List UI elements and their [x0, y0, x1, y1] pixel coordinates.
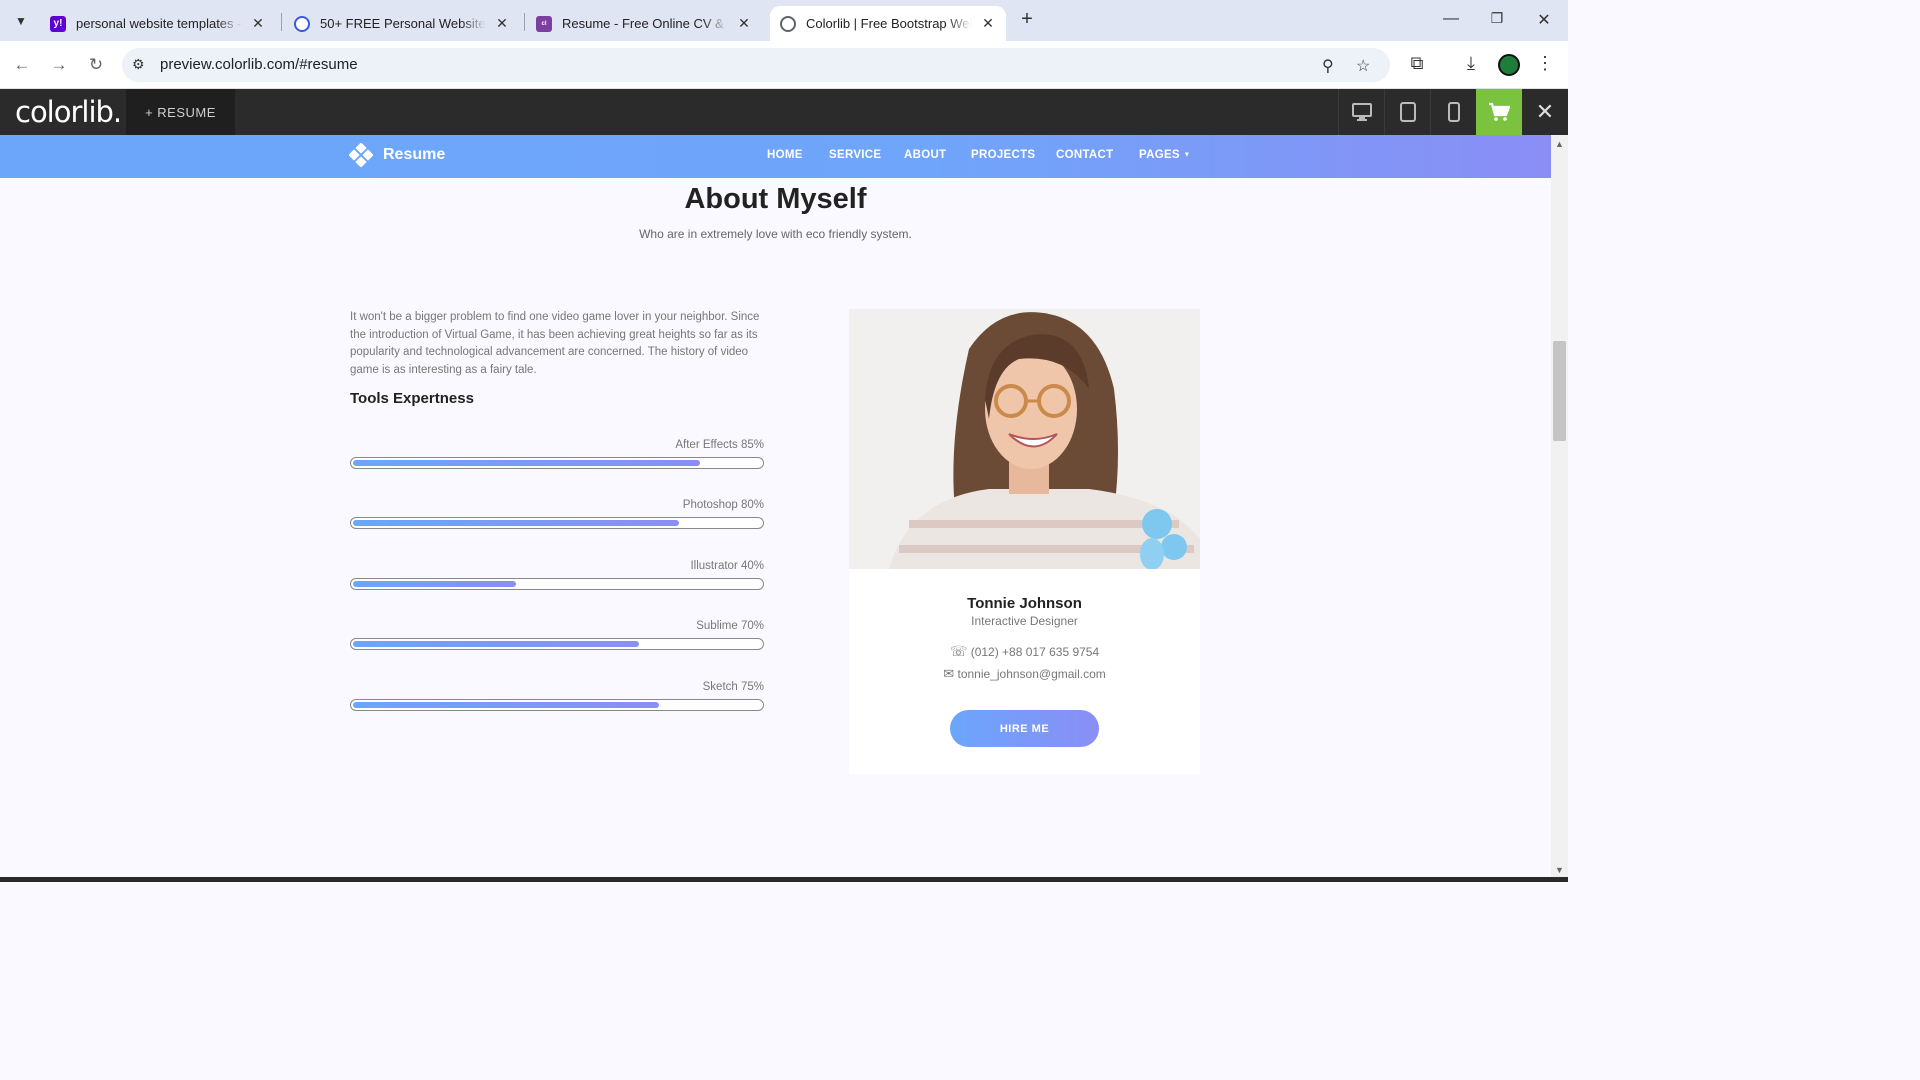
- tab-title: Resume - Free Online CV & Res: [562, 16, 728, 31]
- skill-track: [350, 699, 764, 711]
- profile-email: ✉ tonnie_johnson@gmail.com: [849, 666, 1200, 682]
- new-tab-button[interactable]: +: [1016, 9, 1038, 31]
- colorlib-preview-bar: colorlib. + RESUME ✕: [0, 89, 1568, 135]
- skill-fill: [353, 460, 700, 466]
- tools-title: Tools Expertness: [350, 390, 474, 407]
- close-preview-icon[interactable]: ✕: [1522, 89, 1568, 135]
- window-close-icon[interactable]: ✕: [1534, 10, 1554, 30]
- skill-label: After Effects 85%: [675, 439, 764, 451]
- cart-icon[interactable]: [1476, 89, 1522, 135]
- profile-phone: ☏ (012) +88 017 635 9754: [849, 643, 1200, 660]
- phone-number: (012) +88 017 635 9754: [970, 645, 1100, 659]
- profile-avatar[interactable]: [1498, 54, 1520, 76]
- browser-tab-strip: ▼ y! personal website templates - Ya ✕ 5…: [0, 0, 1568, 41]
- site-brand[interactable]: Resume: [348, 142, 446, 168]
- tab-separator: [524, 13, 525, 31]
- skill-fill: [353, 641, 639, 647]
- skill-fill: [353, 520, 679, 526]
- reload-icon[interactable]: ↻: [84, 53, 108, 77]
- site-info-icon[interactable]: ⚙: [132, 56, 145, 73]
- page-scrollbar[interactable]: [1551, 135, 1568, 877]
- close-tab-icon[interactable]: ✕: [250, 15, 266, 32]
- site-header: Resume HOME SERVICE ABOUT PROJECTS CONTA…: [0, 135, 1551, 178]
- close-tab-icon[interactable]: ✕: [736, 15, 752, 32]
- site-icon: [294, 15, 310, 32]
- profile-name: Tonnie Johnson: [967, 595, 1082, 612]
- hire-me-button[interactable]: HIRE ME: [950, 710, 1099, 747]
- browser-tab-3-active[interactable]: Colorlib | Free Bootstrap Websit ✕: [770, 6, 1006, 41]
- profile-role: Interactive Designer: [971, 614, 1078, 628]
- zoom-icon[interactable]: ⚲: [1322, 56, 1334, 76]
- close-tab-icon[interactable]: ✕: [494, 15, 510, 32]
- email-address: tonnie_johnson@gmail.com: [957, 667, 1106, 681]
- skill-sublime: Sublime 70%: [350, 620, 764, 660]
- skill-track: [350, 517, 764, 529]
- nav-home[interactable]: HOME: [767, 149, 803, 161]
- url-text[interactable]: preview.colorlib.com/#resume: [160, 56, 358, 73]
- colorlib-logo[interactable]: colorlib.: [15, 95, 122, 129]
- bookmark-star-icon[interactable]: ☆: [1356, 56, 1370, 76]
- skill-track: [350, 638, 764, 650]
- browser-tab-1[interactable]: 50+ FREE Personal Website Tem ✕: [284, 6, 520, 41]
- extensions-icon[interactable]: ⧉: [1406, 53, 1428, 74]
- profile-photo: [849, 309, 1200, 569]
- brand-logo-icon: [348, 142, 374, 168]
- tablet-view-icon[interactable]: [1384, 89, 1430, 135]
- scroll-up-arrow-icon[interactable]: ▲: [1553, 139, 1566, 149]
- restore-icon[interactable]: ❐: [1487, 10, 1507, 27]
- nav-service[interactable]: SERVICE: [829, 149, 881, 161]
- skill-fill: [353, 702, 659, 708]
- about-intro: It won't be a bigger problem to find one…: [350, 311, 760, 376]
- resume-theme-button[interactable]: + RESUME: [126, 89, 235, 135]
- browser-tab-0[interactable]: y! personal website templates - Ya ✕: [40, 6, 276, 41]
- scrollbar-thumb[interactable]: [1553, 341, 1566, 441]
- skill-fill: [353, 581, 516, 587]
- tab-title: 50+ FREE Personal Website Tem: [320, 16, 486, 31]
- colorlib-icon: cl: [536, 15, 552, 32]
- nav-contact[interactable]: CONTACT: [1056, 149, 1113, 161]
- window-bottom-border: [0, 877, 1568, 882]
- skill-illustrator: Illustrator 40%: [350, 560, 764, 600]
- mobile-view-icon[interactable]: [1430, 89, 1476, 135]
- skill-track: [350, 578, 764, 590]
- skill-label: Illustrator 40%: [690, 560, 764, 572]
- skill-sketch: Sketch 75%: [350, 681, 764, 721]
- skill-photoshop: Photoshop 80%: [350, 499, 764, 539]
- yahoo-icon: y!: [50, 15, 66, 32]
- envelope-icon: ✉: [943, 666, 955, 681]
- forward-arrow-icon[interactable]: →: [47, 53, 71, 77]
- omnibox[interactable]: ⚙ preview.colorlib.com/#resume ⚲ ☆: [122, 48, 1390, 82]
- caret-down-icon: ▼: [1183, 151, 1191, 159]
- download-icon[interactable]: ⤓: [1460, 53, 1482, 74]
- browser-menu-icon[interactable]: ⋮: [1534, 53, 1556, 74]
- profile-card: [849, 309, 1200, 774]
- nav-about[interactable]: ABOUT: [904, 149, 946, 161]
- nav-pages-label: PAGES: [1139, 149, 1180, 161]
- nav-projects[interactable]: PROJECTS: [971, 149, 1035, 161]
- tab-separator: [281, 13, 282, 31]
- nav-pages[interactable]: PAGES ▼: [1139, 149, 1191, 161]
- back-arrow-icon[interactable]: ←: [10, 53, 34, 77]
- skill-track: [350, 457, 764, 469]
- globe-icon: [780, 15, 796, 32]
- scroll-down-arrow-icon[interactable]: ▼: [1553, 865, 1566, 875]
- tab-title: Colorlib | Free Bootstrap Websit: [806, 16, 972, 31]
- about-subtitle: Who are in extremely love with eco frien…: [639, 227, 912, 241]
- address-toolbar: ← → ↻ ⚙ preview.colorlib.com/#resume ⚲ ☆: [0, 41, 1568, 89]
- skill-label: Sketch 75%: [702, 681, 764, 693]
- tab-search-chevron-icon[interactable]: ▼: [8, 8, 34, 34]
- tab-title: personal website templates - Ya: [76, 16, 242, 31]
- minimize-icon[interactable]: —: [1441, 10, 1461, 28]
- desktop-view-icon[interactable]: [1338, 89, 1384, 135]
- skill-label: Sublime 70%: [696, 620, 764, 632]
- about-title: About Myself: [684, 183, 867, 215]
- skill-after-effects: After Effects 85%: [350, 439, 764, 479]
- skill-label: Photoshop 80%: [682, 499, 764, 511]
- phone-icon: ☏: [949, 643, 968, 659]
- browser-tab-2[interactable]: cl Resume - Free Online CV & Res ✕: [526, 6, 762, 41]
- close-tab-icon[interactable]: ✕: [980, 15, 996, 32]
- brand-name: Resume: [383, 146, 446, 163]
